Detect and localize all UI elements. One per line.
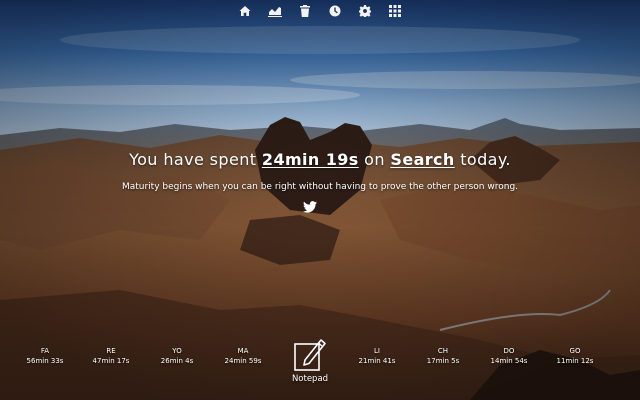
timer-button[interactable] [326,3,344,19]
quote-text: Maturity begins when you can be right wi… [121,182,519,192]
stat-time: 14min 54s [490,357,528,365]
stat-label: DO [503,347,515,355]
stat-item-re[interactable]: RE 47min 17s [76,346,146,366]
stat-time: 26min 4s [160,357,194,365]
headline-suffix: today. [454,150,511,169]
stat-label: YO [172,347,182,355]
top-toolbar [236,3,404,19]
clock-icon [329,5,341,17]
stat-label: MA [237,347,249,355]
notepad-button[interactable]: Notepad [285,336,335,384]
stat-time: 24min 59s [224,357,262,365]
home-button[interactable] [236,3,254,19]
tweet-button[interactable] [303,198,317,213]
headline-prefix: You have spent [129,150,262,169]
home-icon [239,6,251,16]
time-spent-headline: You have spent 24min 19s on Search today… [0,150,640,169]
statistics-button[interactable] [266,3,284,19]
gear-icon [359,5,371,17]
time-spent-value[interactable]: 24min 19s [262,150,359,169]
notepad-label: Notepad [291,374,329,384]
site-link[interactable]: Search [390,150,454,169]
stat-label: RE [106,347,116,355]
stat-item-yo[interactable]: YO 26min 4s [142,346,212,366]
chart-icon [268,7,282,17]
stat-time: 56min 33s [26,357,64,365]
trash-button[interactable] [296,3,314,19]
twitter-icon [303,201,317,213]
stat-item-fa[interactable]: FA 56min 33s [10,346,80,366]
stat-item-li[interactable]: LI 21min 41s [342,346,412,366]
notepad-icon [294,339,326,371]
stat-label: LI [374,347,380,355]
stat-time: 11min 12s [556,357,594,365]
stat-label: GO [569,347,581,355]
trash-icon [300,5,310,17]
stat-label: CH [437,347,449,355]
apps-button[interactable] [386,3,404,19]
stat-item-go[interactable]: GO 11min 12s [540,346,610,366]
stat-item-ch[interactable]: CH 17min 5s [408,346,478,366]
stat-item-ma[interactable]: MA 24min 59s [208,346,278,366]
stat-label: FA [40,347,50,355]
stat-time: 17min 5s [426,357,460,365]
headline-middle: on [358,150,391,169]
grid-icon [389,5,401,17]
settings-button[interactable] [356,3,374,19]
stat-time: 47min 17s [92,357,130,365]
stat-item-do[interactable]: DO 14min 54s [474,346,544,366]
stat-time: 21min 41s [358,357,396,365]
